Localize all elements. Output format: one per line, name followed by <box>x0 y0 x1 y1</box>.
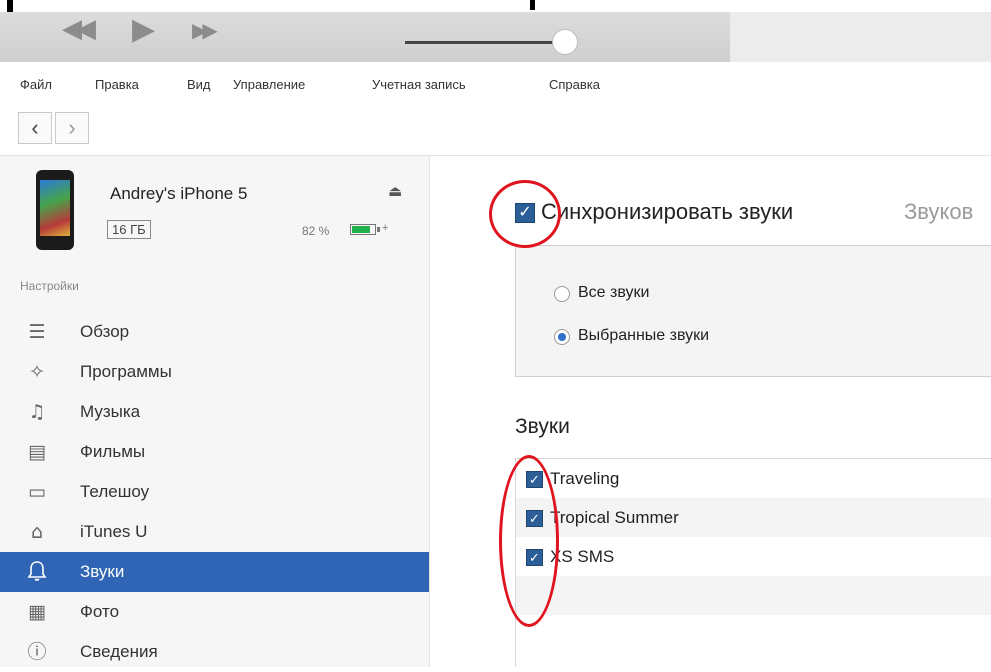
back-button[interactable]: ‹ <box>18 112 52 144</box>
sidebar-item-apps[interactable]: ✧ Программы <box>0 352 429 392</box>
sidebar-item-label: Обзор <box>80 322 130 341</box>
sounds-section-title: Звуки <box>515 415 570 438</box>
list-item[interactable]: ✓ XS SMS <box>516 537 991 576</box>
sidebar-item-label: Звуки <box>80 562 125 581</box>
menu-bar: Файл Правка Вид Управление Учетная запис… <box>0 62 991 108</box>
play-icon[interactable]: ▶ <box>132 12 155 47</box>
sound-label: Traveling <box>550 469 620 488</box>
rewind-icon[interactable]: ◀◀ <box>62 14 96 44</box>
radio-selected-sounds[interactable] <box>554 329 570 345</box>
radio-all-sounds-label: Все звуки <box>578 284 650 301</box>
sidebar-item-tvshows[interactable]: ▭ Телешоу <box>0 472 429 512</box>
sound-label: XS SMS <box>550 547 615 566</box>
sidebar-item-label: iTunes U <box>80 522 148 541</box>
sidebar: Andrey's iPhone 5 ⏏ 16 ГБ 82 % + Настрой… <box>0 156 430 667</box>
menu-view[interactable]: Вид <box>187 77 211 92</box>
itunes-u-icon: ⌂ <box>30 521 44 543</box>
apps-icon: ✧ <box>29 361 45 383</box>
radio-selected-sounds-label: Выбранные звуки <box>578 327 710 344</box>
cut-glyph <box>7 0 13 12</box>
volume-slider[interactable] <box>405 41 565 44</box>
charging-icon: + <box>382 222 389 234</box>
sidebar-item-label: Фото <box>80 602 120 621</box>
forward-button[interactable]: › <box>55 112 89 144</box>
sidebar-item-label: Фильмы <box>80 442 146 461</box>
eject-icon[interactable]: ⏏ <box>388 182 402 200</box>
info-icon: ⓘ <box>27 641 47 663</box>
sidebar-item-films[interactable]: ▤ Фильмы <box>0 432 429 472</box>
menu-file[interactable]: Файл <box>20 77 52 92</box>
volume-knob[interactable] <box>552 29 578 55</box>
sidebar-item-photos[interactable]: ▦ Фото <box>0 592 429 632</box>
film-icon: ▤ <box>28 441 46 463</box>
sidebar-item-label: Сведения <box>80 642 158 661</box>
empty-row <box>516 615 991 654</box>
camera-icon: ▦ <box>28 601 46 623</box>
music-icon: ♫ <box>28 401 46 423</box>
settings-section-label: Настройки <box>20 279 79 293</box>
iphone-screen <box>40 180 70 236</box>
sidebar-item-info[interactable]: ⓘ Сведения <box>0 632 429 672</box>
nav-buttons: ‹ › <box>18 112 108 146</box>
device-name: Andrey's iPhone 5 <box>110 184 248 203</box>
sound-label: Tropical Summer <box>550 508 679 527</box>
cut-glyph <box>530 0 535 10</box>
summary-icon: ☰ <box>28 321 46 343</box>
battery-fill <box>352 226 370 233</box>
sidebar-item-label: Программы <box>80 362 172 381</box>
battery-icon <box>350 224 376 235</box>
sidebar-item-sounds[interactable]: Звуки <box>0 552 429 592</box>
fast-forward-icon[interactable]: ▶▶ <box>192 18 218 42</box>
sidebar-item-summary[interactable]: ☰ Обзор <box>0 312 429 352</box>
battery-cap <box>377 227 380 232</box>
capacity-badge: 16 ГБ <box>107 220 151 239</box>
sidebar-item-label: Телешоу <box>80 482 150 501</box>
top-strip <box>0 0 991 12</box>
bell-icon <box>22 560 52 584</box>
bell-icon-shape <box>27 561 47 581</box>
iphone-icon <box>36 170 74 250</box>
sounds-list: ✓ Traveling ✓ Tropical Summer ✓ XS SMS <box>515 458 991 667</box>
tv-icon: ▭ <box>28 481 46 503</box>
list-item[interactable]: ✓ Tropical Summer <box>516 498 991 537</box>
sidebar-item-music[interactable]: ♫ Музыка <box>0 392 429 432</box>
menu-help[interactable]: Справка <box>549 77 600 92</box>
annotation-circle <box>499 455 559 627</box>
annotation-circle <box>489 180 561 248</box>
sounds-count-label: Звуков <box>904 199 974 224</box>
menu-controls[interactable]: Управление <box>233 77 305 92</box>
status-display <box>730 12 991 62</box>
player-toolbar: ◀◀ ▶ ▶▶ <box>0 12 991 62</box>
battery-percent: 82 % <box>302 224 330 238</box>
empty-row <box>516 576 991 615</box>
list-item[interactable]: ✓ Traveling <box>516 459 991 498</box>
radio-all-sounds[interactable] <box>554 286 570 302</box>
menu-account[interactable]: Учетная запись <box>372 77 466 92</box>
sidebar-item-itunes-u[interactable]: ⌂ iTunes U <box>0 512 429 552</box>
menu-edit[interactable]: Правка <box>95 77 139 92</box>
sync-options-box: Все звуки Выбранные звуки <box>515 245 991 377</box>
sidebar-item-label: Музыка <box>80 402 141 421</box>
sync-sounds-label: Синхронизировать звуки <box>541 199 794 224</box>
